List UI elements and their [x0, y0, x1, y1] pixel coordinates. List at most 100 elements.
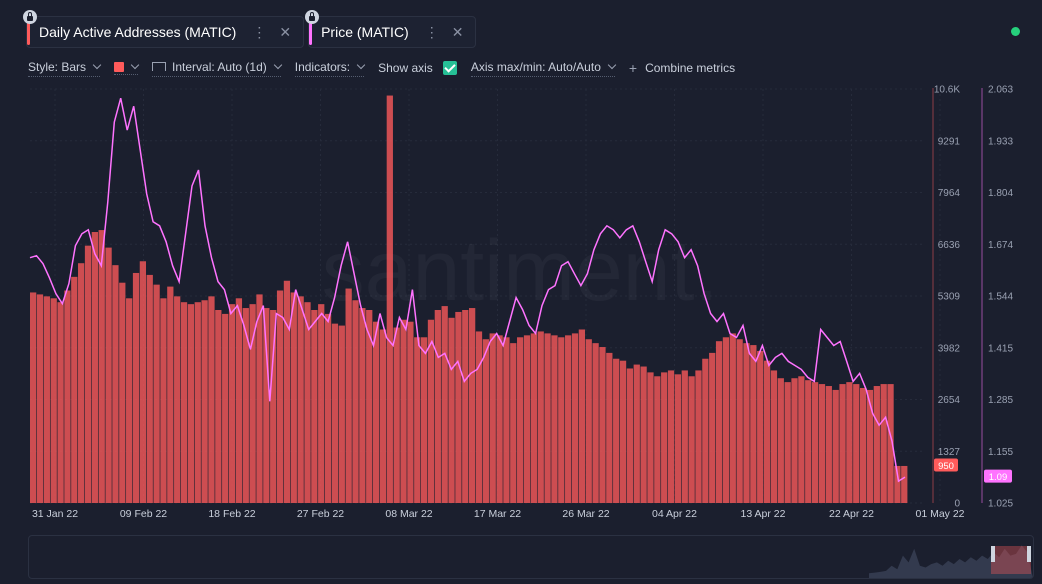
close-icon[interactable]: ✕ [452, 24, 464, 41]
navigator-selection[interactable] [991, 546, 1031, 574]
dau-bar [551, 335, 558, 503]
combine-label: Combine metrics [645, 61, 736, 75]
date-tick-label: 04 Apr 22 [652, 508, 697, 520]
dau-bar [743, 343, 750, 503]
dau-bar [324, 313, 332, 503]
dau-bar [420, 337, 428, 503]
dau-bar [770, 370, 778, 503]
dau-bar [853, 384, 860, 503]
plus-icon: + [628, 60, 638, 76]
date-tick-label: 17 Mar 22 [474, 508, 521, 520]
interval-icon [152, 62, 167, 71]
dau-bar [619, 360, 627, 503]
chevron-down-icon [607, 60, 617, 70]
show-axis-toggle[interactable]: Show axis [378, 61, 457, 75]
dau-bar [187, 304, 195, 503]
dau-bar [661, 372, 668, 503]
date-tick-label: 01 May 22 [915, 508, 964, 520]
dau-bar [613, 358, 620, 503]
dau-bar [448, 317, 455, 503]
chevron-down-icon [273, 60, 282, 70]
more-vertical-icon[interactable]: ⋮ [425, 24, 439, 41]
dau-bar [304, 302, 311, 503]
interval-label: Interval: Auto (1d) [172, 59, 267, 74]
style-dropdown[interactable]: Style: Bars [28, 60, 102, 77]
date-tick-label: 26 Mar 22 [562, 508, 609, 520]
dau-bar [139, 261, 147, 503]
range-navigator[interactable] [28, 535, 1034, 579]
dau-bar [50, 298, 57, 503]
dau-bar [57, 302, 64, 503]
dau-bar [167, 286, 174, 503]
dau-bar [153, 284, 160, 503]
navigator-left-handle [991, 546, 995, 562]
dau-bar [866, 389, 874, 503]
close-icon[interactable]: ✕ [279, 24, 291, 41]
color-swatch [114, 61, 125, 72]
dau-bar [709, 352, 716, 503]
dau-bar [667, 370, 675, 503]
dau-bar [462, 310, 469, 503]
dau-tick-label: 9291 [938, 136, 961, 147]
dau-bar [194, 302, 201, 503]
color-picker[interactable] [114, 60, 140, 75]
dau-tick-label: 1327 [938, 447, 961, 458]
tab-price[interactable]: Price (MATIC) ⋮ ✕ [305, 10, 477, 48]
price-tick-label: 1.933 [988, 136, 1013, 147]
dau-bar [599, 347, 606, 503]
price-tick-label: 1.025 [988, 499, 1013, 510]
dau-bar [84, 245, 92, 503]
show-axis-checkbox[interactable] [442, 61, 457, 75]
tab-daily-active-addresses[interactable]: Daily Active Addresses (MATIC) ⋮ ✕ [23, 10, 305, 48]
dau-bar [880, 384, 887, 503]
chart-canvas[interactable]: santiment. 10.6K929179646636530939822654… [0, 80, 1042, 532]
dau-bar [256, 294, 263, 503]
combine-metrics-button[interactable]: + Combine metrics [629, 60, 735, 76]
dau-bar [78, 263, 85, 503]
dau-bar [132, 272, 140, 503]
dau-tick-label: 6636 [938, 240, 961, 251]
dau-bar [119, 282, 126, 503]
dau-bar [901, 465, 908, 503]
dau-bar [585, 339, 592, 503]
date-tick-label: 08 Mar 22 [385, 508, 432, 520]
dau-bar [222, 313, 229, 503]
dau-bar [318, 304, 325, 503]
navigator-right-handle [1027, 546, 1031, 562]
dau-bar [352, 300, 359, 503]
dau-bar [846, 382, 853, 503]
last-value-labels: 950 1.09 [934, 458, 1012, 483]
price-tick-label: 1.155 [988, 447, 1013, 458]
dau-bar [338, 325, 345, 503]
dau-bar [647, 372, 654, 503]
dau-bar [208, 296, 215, 503]
chevron-down-icon [130, 60, 140, 70]
dau-bar [592, 343, 599, 503]
axis-label: Axis max/min: Auto/Auto [470, 59, 601, 74]
date-axis-ticks: 31 Jan 22 09 Feb 22 18 Feb 22 27 Feb 22 08 M… [32, 508, 965, 520]
dau-bar [784, 382, 791, 503]
interval-dropdown[interactable]: Interval: Auto (1d) [152, 59, 282, 77]
dau-bar [331, 323, 339, 503]
dau-bar [174, 296, 181, 503]
dau-bar [757, 350, 764, 503]
dau-bar [379, 329, 387, 503]
dau-tick-label: 10.6K [934, 85, 960, 96]
price-tick-label: 2.063 [988, 85, 1013, 96]
dau-bar [228, 304, 236, 503]
dau-bar [400, 319, 407, 503]
more-vertical-icon[interactable]: ⋮ [252, 24, 266, 41]
dau-bar [469, 308, 476, 503]
price-tick-label: 1.285 [988, 395, 1013, 406]
indicators-dropdown[interactable]: Indicators: [294, 60, 366, 77]
dau-bar [777, 378, 784, 503]
dau-bar [626, 368, 634, 503]
axis-maxmin-dropdown[interactable]: Axis max/min: Auto/Auto [470, 59, 617, 77]
price-axis-ticks: 2.063 1.933 1.804 1.674 1.544 1.415 1.285 1.155… [988, 85, 1013, 510]
dau-bar [482, 339, 489, 503]
price-last-value: 1.09 [989, 472, 1008, 483]
tab-label: Price (MATIC) [321, 24, 409, 40]
dau-bar [530, 333, 537, 503]
date-tick-label: 27 Feb 22 [297, 508, 344, 520]
dau-last-value: 950 [938, 461, 954, 472]
